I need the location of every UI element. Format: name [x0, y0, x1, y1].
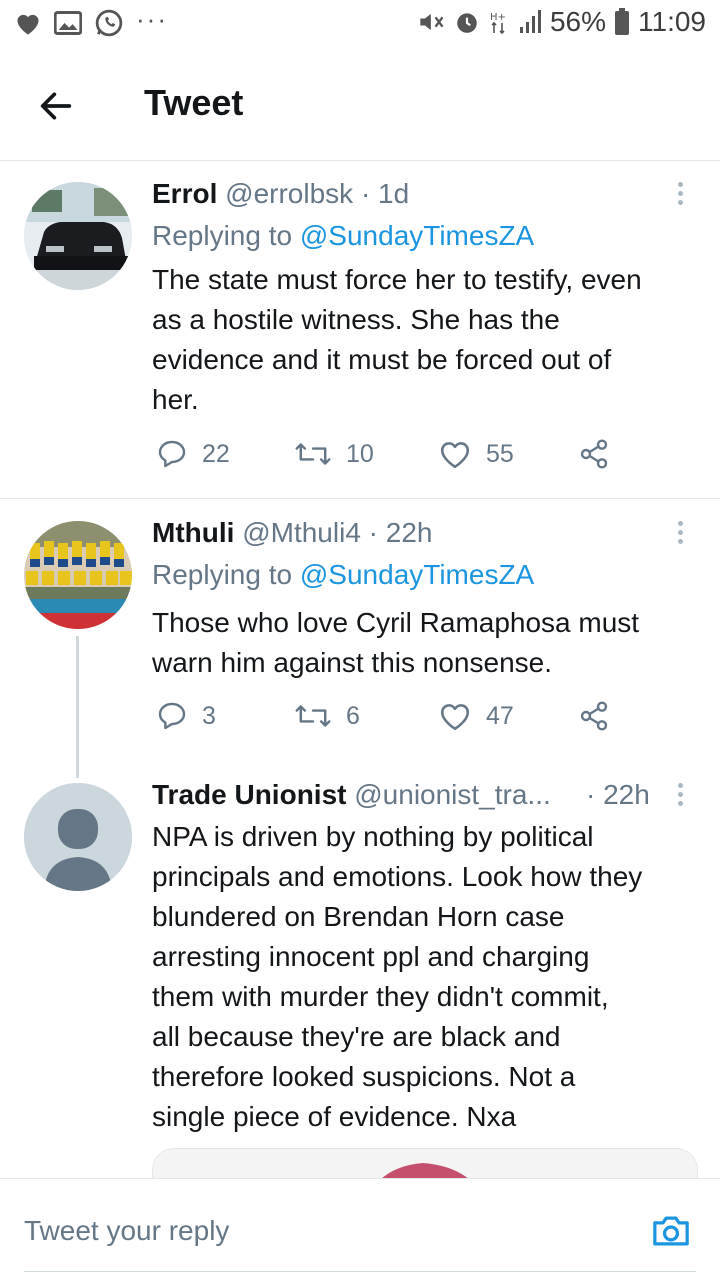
tweet-meta: Mthuli @Mthuli4 · 22h: [152, 517, 433, 549]
more-options-button[interactable]: [670, 178, 690, 218]
tweet-time: · 22h: [586, 779, 650, 810]
replying-to: Replying to @SundayTimesZA: [152, 559, 535, 590]
vertical-dots-icon: [677, 521, 683, 526]
tweet-meta: Errol @errolbsk · 1d: [152, 178, 409, 210]
speech-bubble-icon: [158, 440, 186, 468]
thread-connector-line: [76, 636, 79, 778]
author-handle[interactable]: @unionist_tra...: [354, 779, 551, 810]
arrow-left-icon: [40, 92, 72, 120]
whatsapp-notification-icon: [94, 8, 124, 38]
tweet-time: · 1d: [360, 178, 410, 209]
replying-to-handle[interactable]: @SundayTimesZA: [300, 559, 534, 590]
share-icon: [580, 701, 608, 731]
tweet-meta: Trade Unionist @unionist_tra...: [152, 779, 551, 811]
author-name[interactable]: Trade Unionist: [152, 779, 346, 810]
author-name[interactable]: Mthuli: [152, 517, 234, 548]
reply-input-underline: [24, 1271, 696, 1272]
reply-composer[interactable]: Tweet your reply: [0, 1178, 720, 1281]
back-button[interactable]: [36, 86, 76, 126]
clock: 11:09: [638, 6, 706, 37]
camera-button[interactable]: [650, 1211, 692, 1251]
battery-percentage: 56%: [549, 6, 606, 37]
heart-notification-icon: [14, 10, 42, 36]
author-name[interactable]: Errol: [152, 178, 217, 209]
battery-icon: [614, 8, 630, 36]
svg-text:H+: H+: [490, 12, 506, 23]
share-button[interactable]: [578, 438, 610, 470]
avatar[interactable]: [24, 521, 132, 629]
reply-button[interactable]: 3: [156, 700, 216, 732]
more-options-button[interactable]: [670, 517, 690, 557]
more-notifications-indicator: ···: [136, 3, 168, 34]
replying-to-handle[interactable]: @SundayTimesZA: [300, 220, 534, 251]
tweet-mthuli[interactable]: Mthuli @Mthuli4 · 22h Replying to @Sunda…: [0, 499, 720, 779]
alarm-icon: [454, 9, 480, 35]
share-icon: [580, 439, 608, 469]
retweet-count: 6: [346, 701, 360, 730]
like-count: 47: [486, 701, 514, 730]
gallery-notification-icon: [54, 10, 82, 36]
replying-to: Replying to @SundayTimesZA: [152, 220, 535, 251]
reply-button[interactable]: 22: [156, 438, 230, 470]
tweet-actions: 3 6 47: [152, 700, 652, 740]
tweet-errol[interactable]: Errol @errolbsk · 1d Replying to @Sunday…: [0, 160, 720, 498]
share-button[interactable]: [578, 700, 610, 732]
retweet-icon: [295, 443, 331, 465]
author-handle[interactable]: @Mthuli4: [242, 517, 361, 548]
signal-strength-icon: [518, 9, 542, 35]
page-title: Tweet: [144, 82, 244, 123]
vertical-dots-icon: [677, 783, 683, 788]
status-bar: ··· H+ 56% 11:09: [0, 0, 720, 50]
avatar[interactable]: [24, 182, 132, 290]
heart-icon: [440, 704, 470, 731]
tweet-text: Those who love Cyril Ramaphosa must warn…: [152, 607, 640, 678]
like-button[interactable]: 55: [438, 438, 514, 470]
tweet-time: · 22h: [368, 517, 433, 548]
vertical-dots-icon: [677, 182, 683, 187]
retweet-button[interactable]: 6: [294, 700, 360, 732]
heart-icon: [440, 442, 470, 469]
mute-icon: [418, 9, 446, 35]
speech-bubble-icon: [158, 702, 186, 730]
tweet-actions: 22 10 55: [152, 438, 652, 478]
retweet-count: 10: [346, 439, 374, 468]
tweet-text: NPA is driven by nothing by political pr…: [152, 821, 643, 1132]
camera-icon: [653, 1216, 689, 1246]
tweet-trade-unionist[interactable]: Trade Unionist @unionist_tra... · 22h NP…: [0, 779, 720, 1179]
retweet-button[interactable]: 10: [294, 438, 374, 470]
author-handle[interactable]: @errolbsk: [225, 178, 353, 209]
reply-count: 22: [202, 439, 230, 468]
retweet-icon: [295, 705, 331, 727]
top-app-bar: Tweet: [0, 50, 720, 161]
more-options-button[interactable]: [670, 779, 690, 819]
network-type-icon: H+: [488, 9, 510, 35]
reply-count: 3: [202, 701, 216, 730]
default-avatar[interactable]: [24, 783, 132, 891]
like-count: 55: [486, 439, 514, 468]
like-button[interactable]: 47: [438, 700, 514, 732]
reply-input[interactable]: Tweet your reply: [24, 1215, 229, 1247]
tweet-text: The state must force her to testify, eve…: [152, 264, 642, 415]
default-profile-icon: [24, 783, 132, 891]
